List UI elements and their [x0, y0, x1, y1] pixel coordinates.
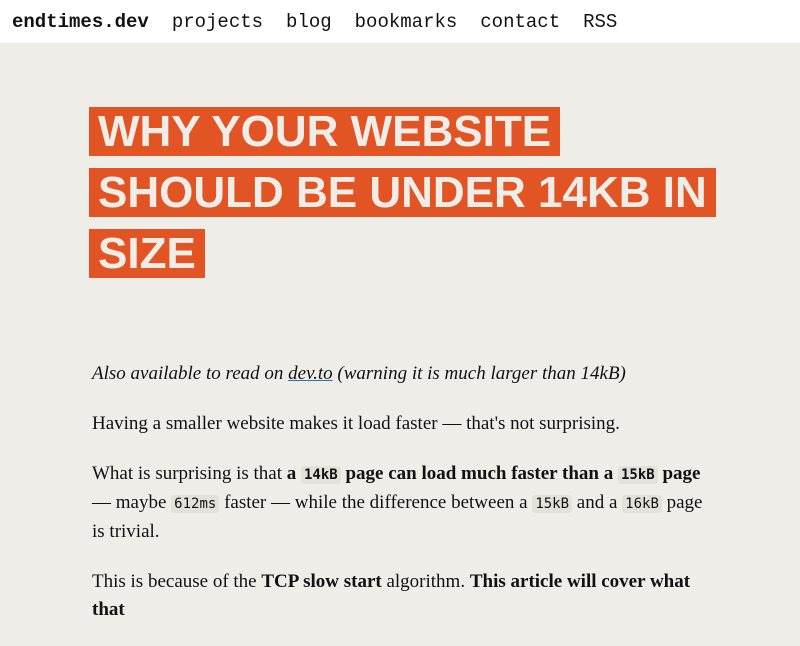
paragraph-1: Having a smaller website makes it load f… [92, 413, 620, 434]
text: algorithm. [381, 571, 470, 592]
text: What is surprising is that [92, 463, 287, 484]
page-title-text: WHY YOUR WEBSITE SHOULD BE UNDER 14KB IN… [89, 107, 716, 278]
nav-bookmarks-link[interactable]: bookmarks [355, 11, 458, 33]
paragraph-3: This is because of the TCP slow start al… [92, 568, 712, 624]
inline-code: 16kB [622, 495, 662, 513]
nav-brand-link[interactable]: endtimes.dev [12, 11, 149, 33]
inline-code: 612ms [171, 495, 220, 513]
intro-prefix: Also available to read on [92, 363, 289, 384]
intro-suffix: (warning it is much larger than 14kB) [332, 363, 626, 384]
text: faster — while the difference between a [219, 492, 533, 513]
inline-code: 14kB [300, 466, 341, 484]
text: This is because of the [92, 571, 262, 592]
text: a [286, 463, 301, 484]
article-body: Also available to read on dev.to (warnin… [92, 360, 712, 646]
nav-blog-link[interactable]: blog [286, 11, 332, 33]
text: — maybe [92, 492, 172, 513]
text: page can load much faster than a [340, 463, 618, 484]
intro-paragraph: Also available to read on dev.to (warnin… [92, 360, 712, 388]
nav-projects-link[interactable]: projects [172, 11, 263, 33]
inline-code: 15kB [532, 495, 573, 513]
bold-text: a 14kB page can load much faster than a … [286, 463, 701, 484]
nav-rss-link[interactable]: RSS [583, 11, 617, 33]
page-title: WHY YOUR WEBSITE SHOULD BE UNDER 14KB IN… [89, 101, 729, 284]
top-nav: endtimes.dev projects blog bookmarks con… [0, 0, 800, 43]
bold-text: TCP slow start [261, 571, 382, 592]
inline-code: 15kB [617, 466, 658, 484]
text: and a [572, 492, 623, 513]
devto-link[interactable]: dev.to [288, 363, 333, 384]
paragraph-2: What is surprising is that a 14kB page c… [92, 460, 712, 546]
title-block: WHY YOUR WEBSITE SHOULD BE UNDER 14KB IN… [89, 101, 729, 284]
nav-contact-link[interactable]: contact [480, 11, 560, 33]
text: page [657, 463, 701, 484]
